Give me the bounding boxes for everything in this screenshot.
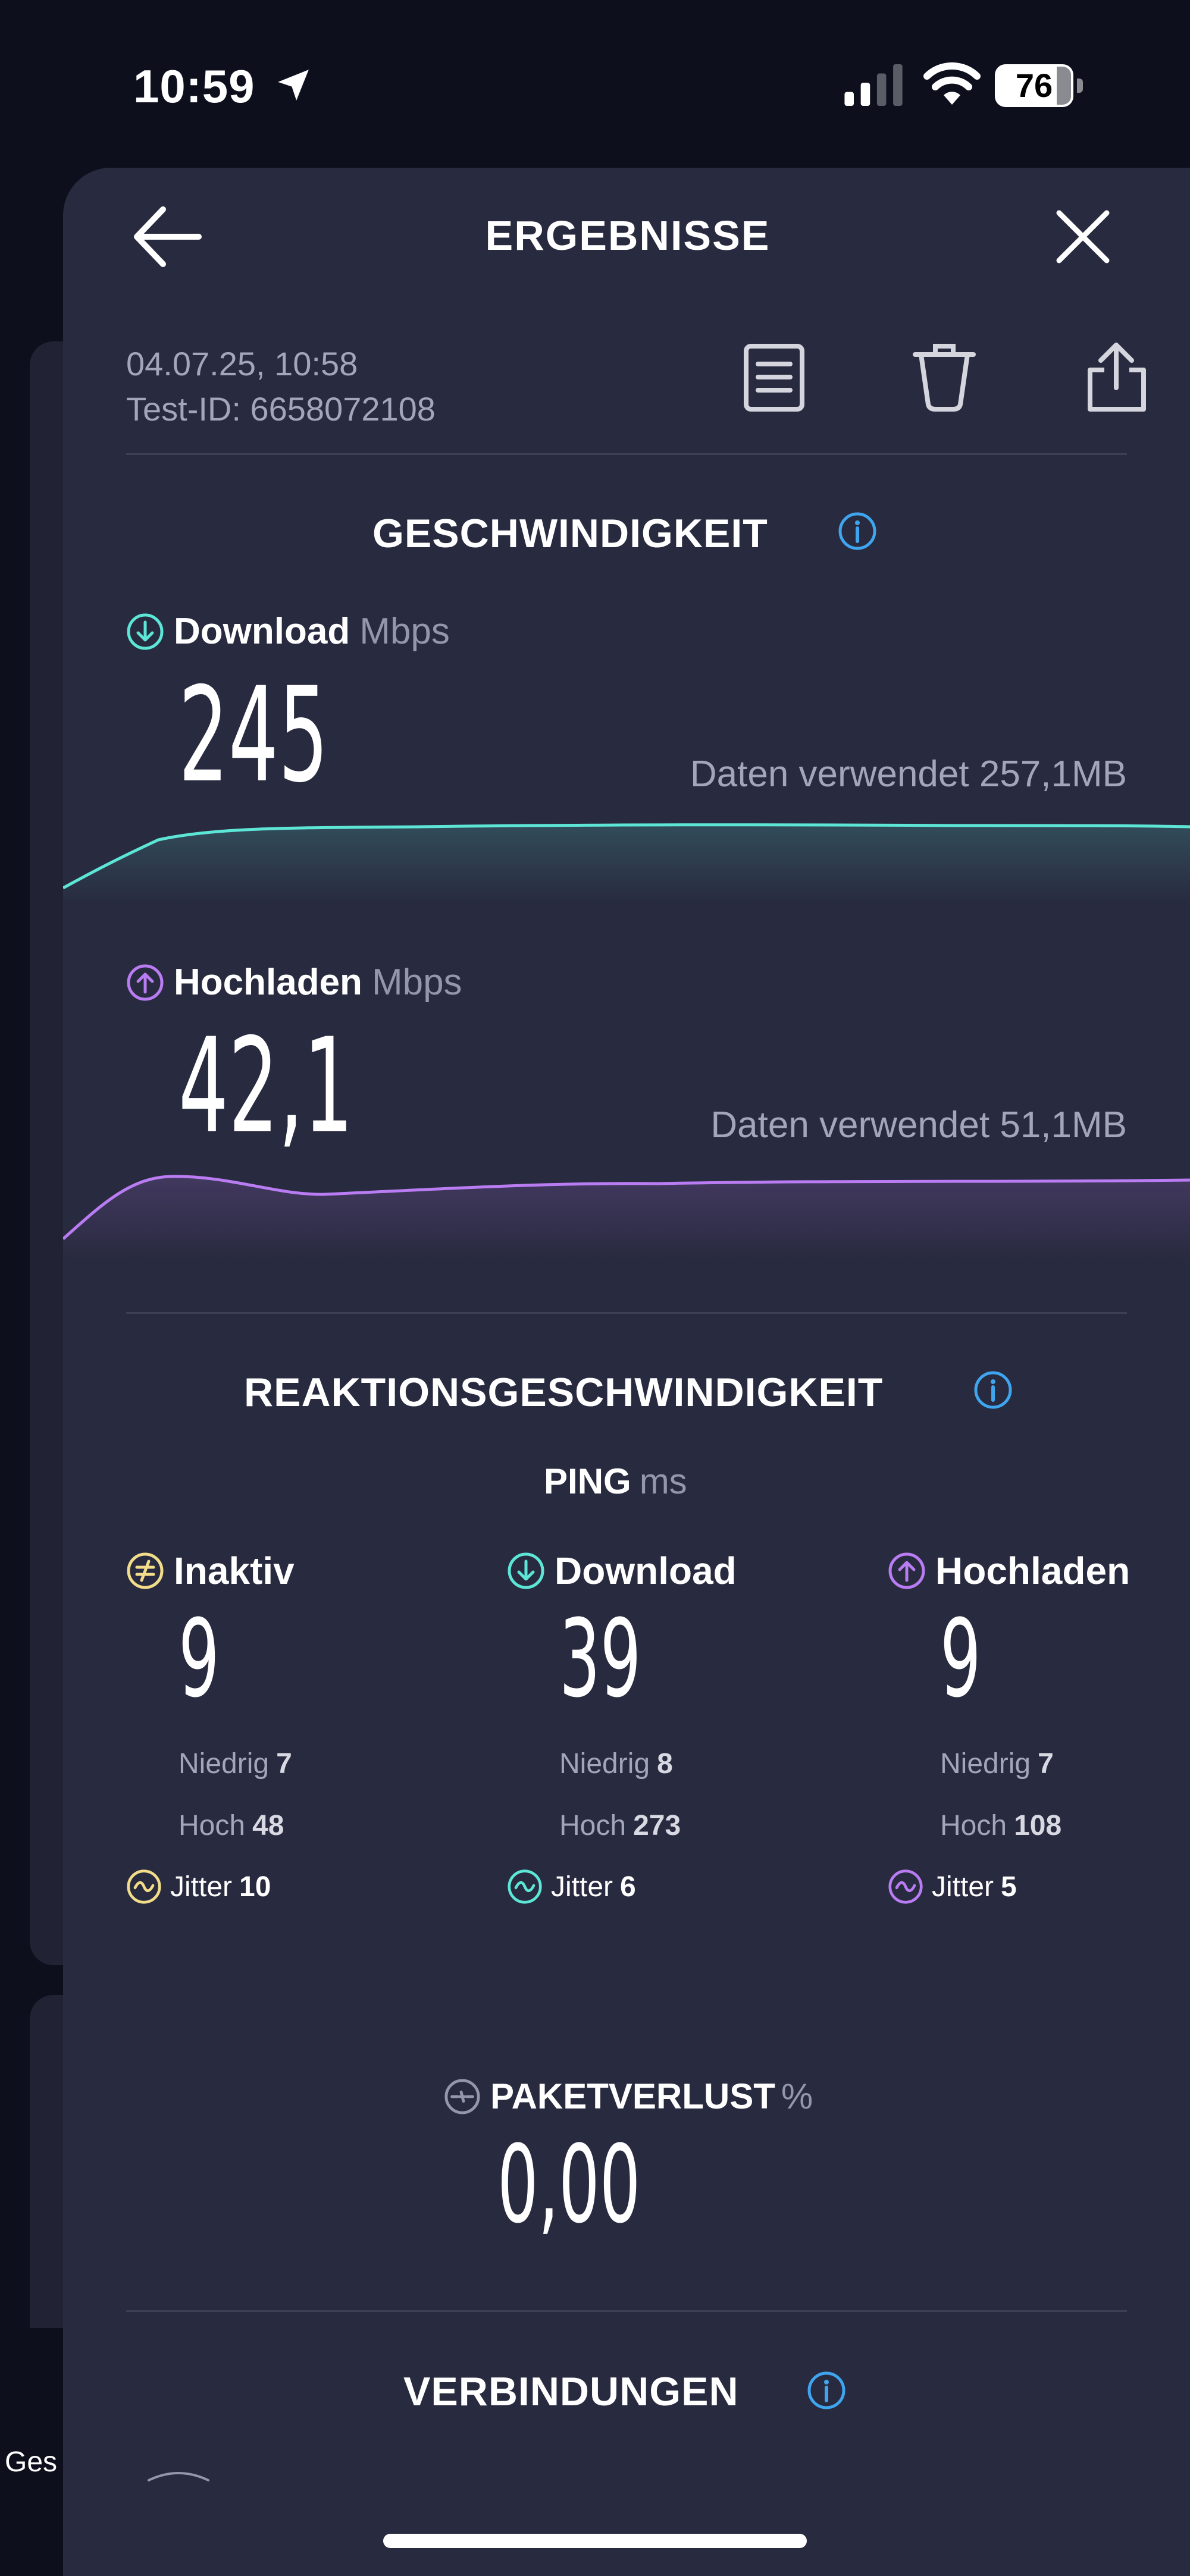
ping-idle-low: Niedrig 7: [178, 1748, 292, 1780]
wifi-icon: [923, 62, 981, 105]
ping-idle-value: 9: [178, 1597, 220, 1721]
upload-metric-label: Hochladen Mbps: [126, 961, 462, 1003]
ping-download-high: Hoch 273: [559, 1810, 681, 1841]
download-speed-graph: [63, 823, 1190, 904]
download-data-used: Daten verwendet 257,1MB: [690, 754, 1127, 795]
jitter-wave-icon: [888, 1869, 923, 1904]
download-arrow-icon: [127, 613, 164, 650]
test-meta: 04.07.25, 10:58 Test-ID: 6658072108: [126, 341, 436, 432]
packet-loss-header: PAKETVERLUST %: [444, 2076, 813, 2117]
test-date: 04.07.25, 10:58: [126, 345, 358, 382]
location-arrow-icon: [278, 70, 309, 101]
download-arrow-icon: [508, 1552, 544, 1589]
close-icon[interactable]: [1054, 208, 1111, 265]
packet-loss-label: PAKETVERLUST: [490, 2076, 775, 2116]
ping-idle-jitter: Jitter 10: [126, 1869, 271, 1904]
ping-column-download: Download: [507, 1549, 737, 1593]
ping-unit: ms: [639, 1461, 687, 1501]
background-partial-label: Ges: [5, 2446, 58, 2478]
document-icon[interactable]: [743, 343, 806, 413]
ping-idle-high: Hoch 48: [178, 1810, 284, 1841]
upload-label: Hochladen: [174, 962, 362, 1003]
divider: [126, 2310, 1127, 2312]
download-speed-value: 245: [178, 659, 328, 811]
ping-column-upload: Hochladen: [888, 1549, 1130, 1593]
divider: [126, 1312, 1127, 1314]
download-unit: Mbps: [359, 611, 450, 652]
upload-speed-graph: [63, 1175, 1190, 1261]
jitter-wave-icon: [127, 1869, 161, 1904]
status-time: 10:59: [133, 60, 255, 112]
packet-loss-value: 0,00: [497, 2123, 641, 2247]
info-icon[interactable]: [807, 2371, 846, 2410]
divider: [126, 453, 1127, 455]
packet-loss-icon: [444, 2078, 480, 2114]
speed-section-title: GESCHWINDIGKEIT: [372, 511, 768, 556]
upload-data-used: Daten verwendet 51,1MB: [710, 1105, 1127, 1146]
upload-unit: Mbps: [371, 962, 462, 1003]
connections-section-title: VERBINDUNGEN: [403, 2369, 739, 2414]
packet-loss-unit: %: [781, 2076, 813, 2116]
ping-download-value: 39: [559, 1597, 641, 1721]
info-icon[interactable]: [973, 1370, 1013, 1410]
upload-arrow-icon: [127, 964, 164, 1000]
jitter-wave-icon: [508, 1869, 542, 1904]
ping-upload-jitter: Jitter 5: [888, 1869, 1017, 1904]
info-icon[interactable]: [838, 512, 877, 551]
responsiveness-section-title: REAKTIONSGESCHWINDIGKEIT: [244, 1370, 884, 1415]
trash-icon[interactable]: [912, 343, 977, 413]
home-indicator[interactable]: [383, 2534, 807, 2548]
ping-upload-value: 9: [940, 1597, 981, 1721]
share-icon[interactable]: [1084, 340, 1150, 414]
ping-label: PING: [544, 1461, 631, 1501]
ping-download-low: Niedrig 8: [559, 1748, 673, 1780]
ping-upload-high: Hoch 108: [940, 1810, 1062, 1841]
battery-level: 76: [1015, 67, 1053, 104]
ping-header: PING ms: [544, 1461, 687, 1502]
ping-download-jitter: Jitter 6: [507, 1869, 636, 1904]
download-metric-label: Download Mbps: [126, 610, 450, 652]
back-arrow-icon[interactable]: [132, 205, 203, 270]
upload-arrow-icon: [888, 1552, 925, 1589]
test-id: Test-ID: 6658072108: [126, 390, 436, 428]
ping-column-idle: Inaktiv: [126, 1549, 295, 1593]
ping-upload-low: Niedrig 7: [940, 1748, 1054, 1780]
cellular-signal-icon: [844, 64, 903, 106]
idle-icon: [127, 1552, 164, 1589]
connection-icon-partial: [148, 2472, 209, 2481]
download-label: Download: [174, 611, 350, 652]
battery-indicator: 76: [995, 64, 1083, 107]
upload-speed-value: 42,1: [178, 1010, 353, 1162]
page-title: ERGEBNISSE: [485, 212, 771, 259]
